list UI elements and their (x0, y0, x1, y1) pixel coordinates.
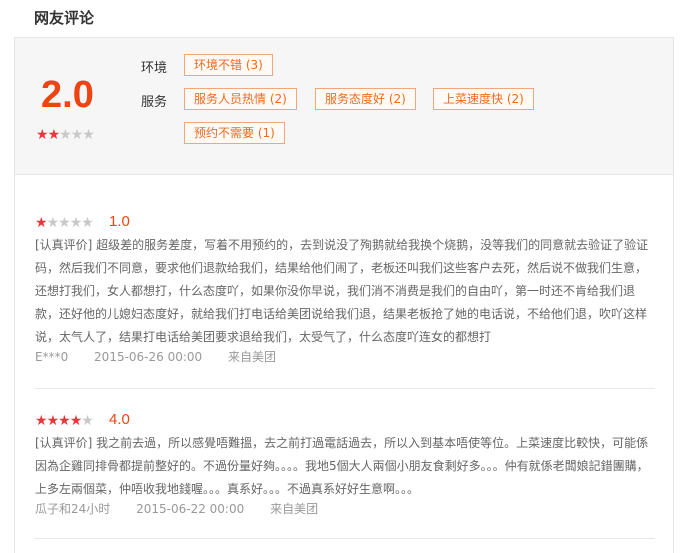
review-divider (35, 388, 655, 389)
star-empty-icon: ★ (58, 214, 71, 230)
review-stars: ★★★★★ (35, 412, 94, 429)
review-date: 2015-06-26 00:00 (94, 350, 203, 364)
review-stars: ★★★★★ (35, 214, 94, 231)
star-filled-icon: ★ (46, 412, 60, 428)
review-source: 来自美团 (228, 350, 277, 364)
tag-environment-good[interactable]: 环境不错 (3) (184, 54, 273, 76)
rating-summary: 2.0 ★★★★★ 环境 环境不错 (3) 服务 服务人员热情 (2) 服务态度… (15, 38, 673, 175)
review-source: 来自美团 (270, 502, 319, 516)
review-divider (35, 538, 655, 539)
star-filled-icon: ★ (47, 126, 61, 142)
star-empty-icon: ★ (69, 214, 83, 230)
review-text: [认真评价] 超级差的服务差度，写着不用预约的，去到说没了殉鹅就给我换个烧鹅，没… (35, 238, 649, 344)
star-empty-icon: ★ (81, 412, 94, 428)
overall-score: 2.0 (41, 74, 94, 116)
tag-service-fast-serving[interactable]: 上菜速度快 (2) (433, 88, 534, 110)
review-user: E***0 (35, 350, 69, 364)
star-filled-icon: ★ (35, 214, 48, 230)
star-empty-icon: ★ (46, 214, 60, 230)
review-score: 1.0 (109, 213, 130, 230)
star-empty-icon: ★ (59, 126, 72, 142)
star-empty-icon: ★ (82, 126, 95, 142)
star-filled-icon: ★ (69, 412, 83, 428)
review-user: 瓜子和24小时 (35, 502, 111, 516)
section-title: 网友评论 (34, 9, 95, 27)
tag-group-label-environment: 环境 (141, 61, 168, 76)
review-score: 4.0 (109, 411, 130, 428)
reviews-panel: 2.0 ★★★★★ 环境 环境不错 (3) 服务 服务人员热情 (2) 服务态度… (14, 37, 674, 553)
tag-service-attitude-good[interactable]: 服务态度好 (2) (315, 88, 416, 110)
review-item: ★★★★★ 4.0 [认真评价] 我之前去過，所以感覺唔難搵，去之前打過電話過去… (35, 411, 655, 533)
tag-service-no-reservation[interactable]: 预约不需要 (1) (184, 122, 285, 144)
star-empty-icon: ★ (70, 126, 84, 142)
review-date: 2015-06-22 00:00 (136, 502, 245, 516)
star-empty-icon: ★ (81, 214, 94, 230)
star-filled-icon: ★ (35, 412, 48, 428)
overall-stars: ★★★★★ (36, 126, 95, 143)
review-text: [认真评价] 我之前去過，所以感覺唔難搵，去之前打過電話過去，所以入到基本唔使等… (35, 436, 649, 496)
tag-service-staff-warm[interactable]: 服务人员热情 (2) (184, 88, 297, 110)
star-filled-icon: ★ (58, 412, 71, 428)
tag-group-label-service: 服务 (141, 95, 168, 110)
review-item: ★★★★★ 1.0 [认真评价] 超级差的服务差度，写着不用预约的，去到说没了殉… (35, 213, 655, 365)
star-filled-icon: ★ (36, 126, 49, 142)
review-meta: E***0 2015-06-26 00:00 来自美团 (35, 348, 298, 365)
review-meta: 瓜子和24小时 2015-06-22 00:00 来自美团 (35, 500, 340, 517)
